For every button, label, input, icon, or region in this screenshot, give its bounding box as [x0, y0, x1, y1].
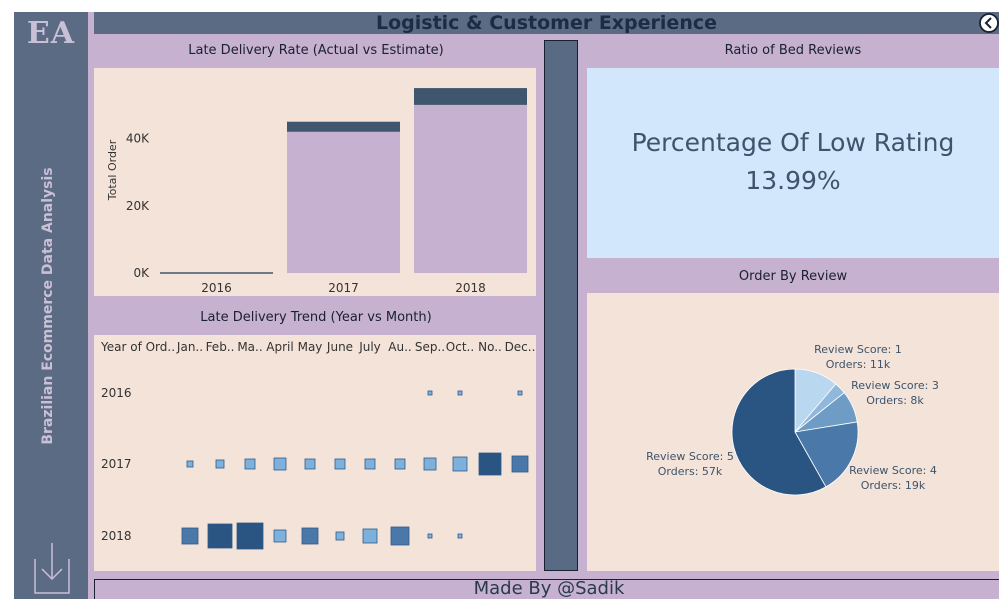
- download-icon[interactable]: [30, 541, 72, 595]
- kpi-label: Percentage Of Low Rating: [631, 128, 955, 157]
- month-label: Jan..: [176, 340, 203, 354]
- heat-cell: [452, 456, 468, 472]
- kpi-value: 13.99%: [745, 166, 841, 195]
- page-title: Logistic & Customer Experience: [376, 12, 717, 34]
- year-label: 2017: [101, 457, 132, 471]
- heat-cell: [335, 531, 345, 541]
- heat-cell: [364, 458, 376, 470]
- heat-cell: [427, 533, 433, 539]
- heat-cell: [427, 390, 433, 396]
- trend-title: Late Delivery Trend (Year vs Month): [200, 310, 432, 325]
- x-tick-label: 2017: [328, 281, 359, 295]
- month-label: No..: [478, 340, 502, 354]
- close-icon[interactable]: [978, 12, 999, 34]
- year-label: 2018: [101, 529, 132, 543]
- y-tick-label: 20K: [126, 199, 150, 213]
- slice-orders: Orders: 11k: [826, 358, 891, 371]
- footer-credit: Made By @Sadik: [473, 578, 625, 599]
- heat-cell: [390, 526, 410, 546]
- heatmap-header-label: Year of Ord..: [100, 340, 175, 354]
- logo: EA: [26, 16, 76, 51]
- heat-cell: [301, 527, 319, 545]
- bad-reviews-title: Ratio of Bed Reviews: [724, 43, 862, 58]
- heat-cell: [423, 457, 437, 471]
- slice-label: Review Score: 5: [646, 450, 734, 463]
- heat-cell: [362, 528, 378, 544]
- slice-label: Review Score: 4: [849, 464, 937, 477]
- month-label: July: [358, 340, 381, 354]
- divider-panel: [544, 40, 578, 571]
- month-label: June: [326, 340, 353, 354]
- bar-2018: [414, 104, 527, 274]
- heat-cell: [186, 460, 194, 468]
- slice-label: Review Score: 1: [814, 343, 902, 356]
- heat-cell: [304, 458, 316, 470]
- slice-orders: Orders: 8k: [866, 394, 924, 407]
- month-label: Au..: [388, 340, 411, 354]
- month-label: Ma..: [237, 340, 262, 354]
- month-label: Sep..: [415, 340, 445, 354]
- late-bar-2017: [287, 121, 400, 132]
- late-rate-title: Late Delivery Rate (Actual vs Estimate): [188, 43, 444, 58]
- heat-cell: [457, 533, 463, 539]
- low-rating-kpi-card: [587, 68, 999, 258]
- heat-cell: [181, 527, 199, 545]
- slice-orders: Orders: 19k: [861, 479, 926, 492]
- heat-cell: [215, 459, 225, 469]
- x-tick-label: 2016: [201, 281, 232, 295]
- y-axis-title: Total Order: [106, 139, 119, 201]
- heat-cell: [394, 458, 406, 470]
- heat-cell: [236, 522, 264, 550]
- heat-cell: [273, 457, 287, 471]
- slice-orders: Orders: 57k: [658, 465, 723, 478]
- heat-cell: [517, 390, 523, 396]
- heat-cell: [478, 452, 502, 476]
- year-label: 2016: [101, 386, 132, 400]
- heat-cell: [244, 458, 256, 470]
- heat-cell: [511, 455, 529, 473]
- bar-2017: [287, 131, 400, 273]
- month-label: Feb..: [206, 340, 235, 354]
- x-tick-label: 2018: [455, 281, 486, 295]
- heat-cell: [334, 458, 346, 470]
- slice-label: Review Score: 3: [851, 379, 939, 392]
- month-label: May: [298, 340, 323, 354]
- late-trend-heatmap: Year of Ord.. Jan.. Feb.. Ma.. April May June J…: [100, 340, 536, 550]
- heat-cell: [457, 390, 463, 396]
- late-rate-bar-chart: 0K 20K 40K Total Order 2016 2017 2018: [106, 88, 527, 295]
- order-review-pie-chart: Review Score: 1 Orders: 11k Review Score: …: [646, 343, 939, 496]
- late-bar-2018: [414, 88, 527, 105]
- month-label: Oct..: [446, 340, 474, 354]
- heat-cell: [273, 529, 287, 543]
- month-label: Dec..: [505, 340, 536, 354]
- y-tick-label: 40K: [126, 132, 150, 146]
- order-review-title: Order By Review: [738, 269, 848, 284]
- y-tick-label: 0K: [133, 266, 150, 280]
- month-label: April: [266, 340, 293, 354]
- heat-cell: [207, 523, 233, 549]
